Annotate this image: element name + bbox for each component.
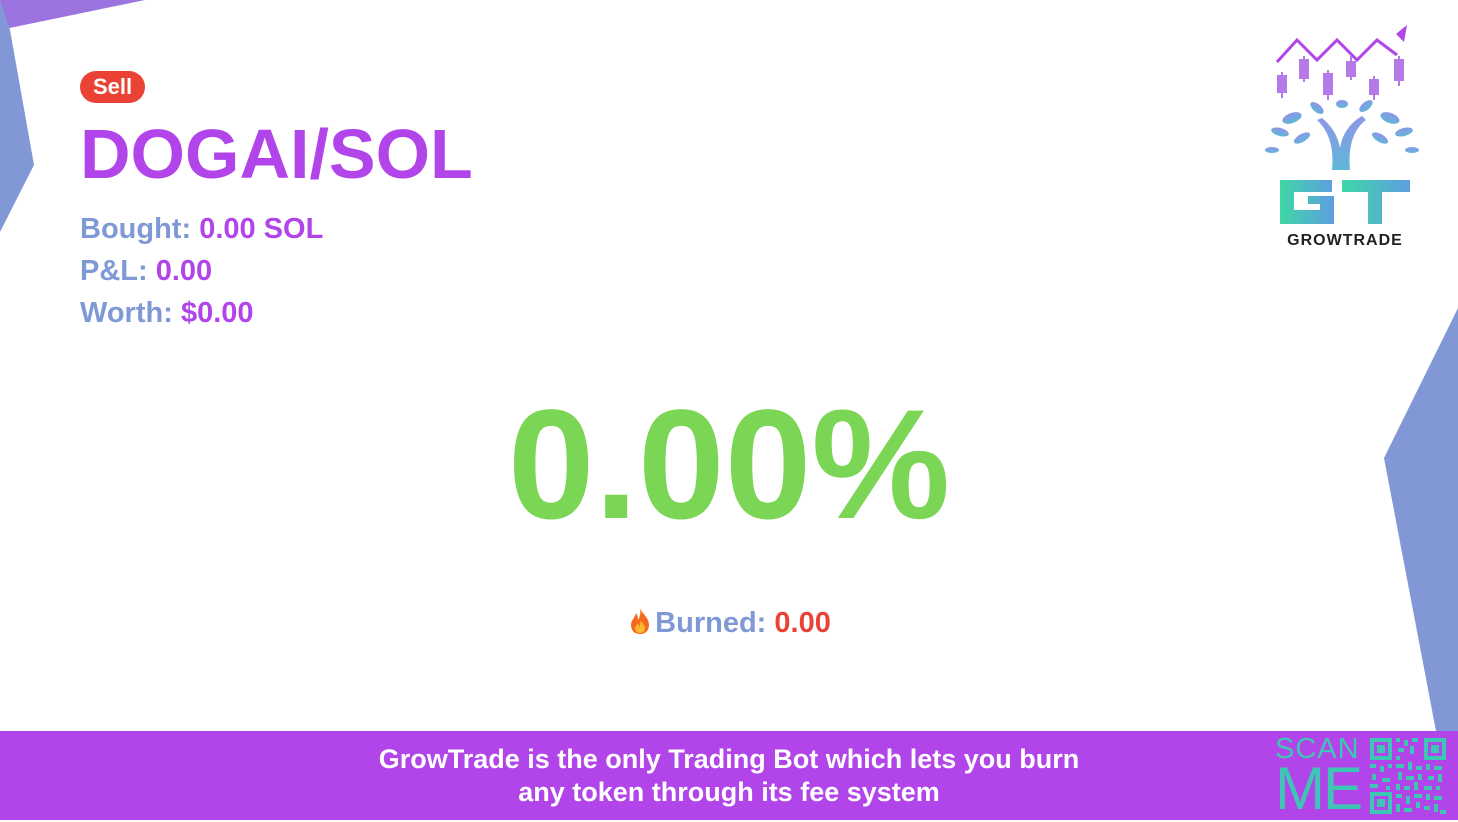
fire-icon <box>627 607 653 644</box>
footer-message: GrowTrade is the only Trading Bot which … <box>0 743 1458 809</box>
worth-stat: Worth: $0.00 <box>80 296 254 330</box>
me-text: ME <box>1275 755 1363 822</box>
worth-value: $0.00 <box>180 297 254 329</box>
footer-banner: GrowTrade is the only Trading Bot which … <box>0 731 1458 820</box>
bought-value: 0.00 SOL <box>199 213 324 245</box>
burned-value: 0.00 <box>774 607 831 639</box>
sell-badge: Sell <box>80 71 146 103</box>
pnl-stat: P&L: 0.00 <box>80 254 212 288</box>
growtrade-logo-text: GROWTRADE <box>1287 232 1403 249</box>
scan-me-label: SCAN ME <box>1275 735 1363 822</box>
footer-line-2: any token through its fee system <box>518 777 940 807</box>
qr-code[interactable] <box>1368 736 1448 816</box>
footer-line-1: GrowTrade is the only Trading Bot which … <box>378 744 1080 774</box>
burned-label: Burned: <box>655 607 767 639</box>
bought-label: Bought: <box>80 213 192 245</box>
pnl-label: P&L: <box>80 255 148 287</box>
trading-pair-title: DOGAI/SOL <box>80 115 473 193</box>
pnl-percent: 0.00% <box>507 378 951 552</box>
worth-label: Worth: <box>80 297 173 329</box>
growtrade-logo <box>1265 25 1419 224</box>
pnl-value: 0.00 <box>155 255 213 287</box>
burned-stat: Burned: 0.00 <box>0 605 1458 644</box>
bought-stat: Bought: 0.00 SOL <box>80 212 323 246</box>
